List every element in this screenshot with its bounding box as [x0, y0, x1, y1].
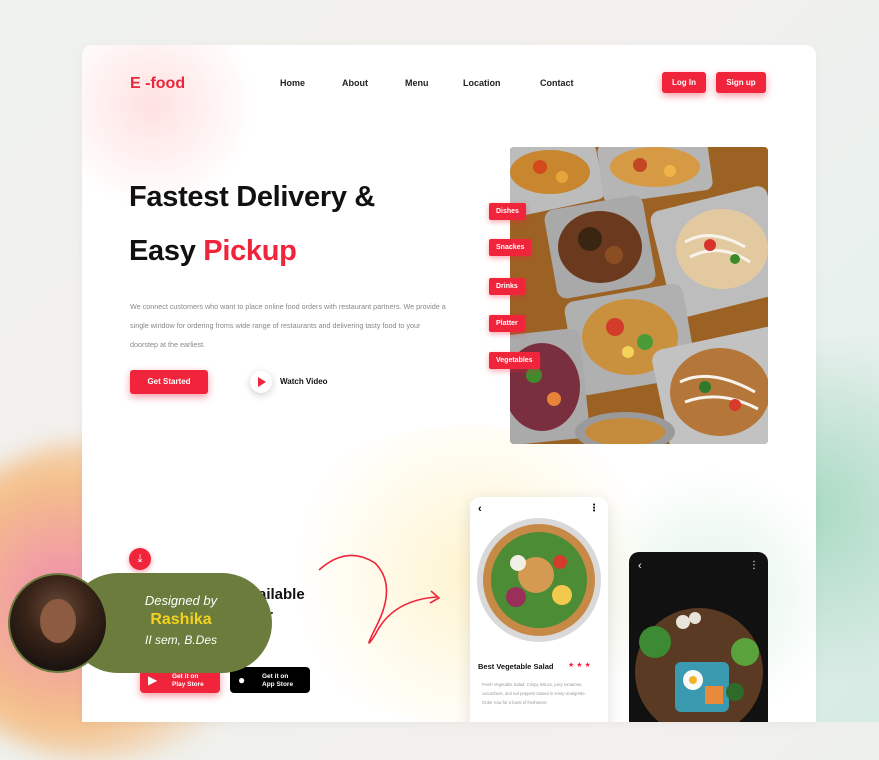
- breakfast-plate-image: [635, 608, 763, 722]
- nav-contact[interactable]: Contact: [540, 78, 574, 88]
- category-tag-vegetables[interactable]: Vegetables: [489, 352, 540, 369]
- credit-name: Rashika: [150, 611, 212, 628]
- logo[interactable]: E -food: [130, 75, 185, 93]
- nav-location[interactable]: Location: [463, 78, 501, 88]
- more-icon[interactable]: ⋮: [589, 503, 599, 514]
- hero-title-accent: Pickup: [203, 235, 297, 267]
- more-icon-dark[interactable]: ⋮: [749, 560, 759, 571]
- play-store-label-top: Get it on: [172, 673, 199, 680]
- designer-credit-badge: Designed by Rashika II sem, B.Des: [8, 573, 272, 673]
- hero-title-plain: Easy: [129, 235, 196, 267]
- hero-description: We connect customers who want to place o…: [130, 302, 446, 349]
- nav-menu[interactable]: Menu: [405, 78, 429, 88]
- hero-title-line2: Easy Pickup: [129, 235, 297, 268]
- signup-button[interactable]: Sign up: [716, 72, 766, 93]
- credit-label: Designed by: [144, 593, 218, 608]
- food-hero-image: [510, 147, 768, 444]
- nav-home[interactable]: Home: [280, 78, 305, 88]
- app-store-label-bottom: App Store: [262, 681, 294, 688]
- get-started-button[interactable]: Get Started: [130, 370, 208, 394]
- dish-title: Best Vegetable Salad: [478, 662, 554, 671]
- nav-about[interactable]: About: [342, 78, 368, 88]
- phone-mockup-light: ‹ ⋮ Best Vegetable Salad ★ ★ ★ Fresh Veg…: [470, 497, 608, 722]
- category-tag-dishes[interactable]: Dishes: [489, 203, 526, 220]
- download-icon[interactable]: ⤓: [129, 548, 151, 570]
- category-tag-snacks[interactable]: Snackes: [489, 239, 532, 256]
- back-arrow-icon[interactable]: ‹: [478, 503, 482, 515]
- credit-course: II sem, B.Des: [144, 633, 218, 647]
- category-tag-platter[interactable]: Platter: [489, 315, 525, 332]
- back-arrow-icon-dark[interactable]: ‹: [638, 560, 642, 572]
- watch-video-link[interactable]: Watch Video: [280, 377, 328, 386]
- curved-arrow-icon: [318, 554, 441, 644]
- dish-description: Fresh Vegetable Salad. Crispy lettuce, j…: [482, 682, 586, 705]
- category-tag-drinks[interactable]: Drinks: [489, 278, 525, 295]
- play-store-icon: ▶: [148, 673, 158, 687]
- play-store-label-bottom: Play Store: [172, 681, 204, 688]
- rating-stars: ★ ★ ★: [568, 662, 591, 669]
- apple-icon: ●: [238, 673, 246, 687]
- app-store-label-top: Get it on: [262, 673, 289, 680]
- login-button[interactable]: Log In: [662, 72, 706, 93]
- phone-mockup-dark: ‹ ⋮: [629, 552, 768, 722]
- play-icon[interactable]: [250, 371, 272, 393]
- designer-avatar: [8, 573, 108, 673]
- hero-title-line1: Fastest Delivery &: [129, 181, 376, 213]
- salad-bowl-image: [477, 518, 601, 642]
